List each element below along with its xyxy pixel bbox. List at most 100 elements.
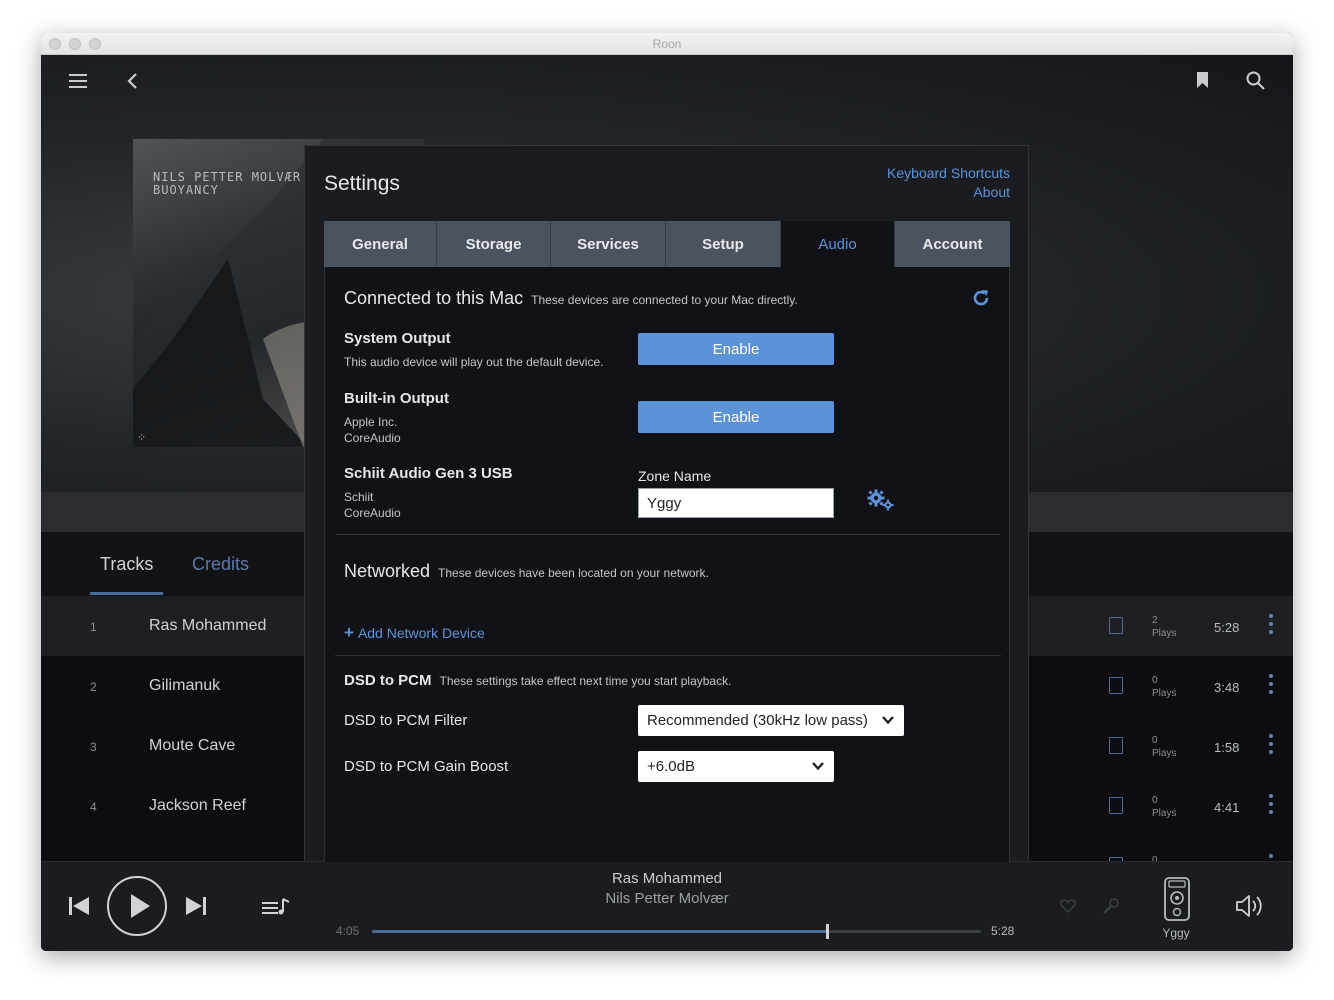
dsd-filter-label: DSD to PCM Filter: [344, 712, 468, 729]
dsd-section-title: DSD to PCM: [344, 672, 432, 689]
plays-count: 2: [1152, 615, 1158, 626]
device-driver: CoreAudio: [344, 431, 401, 445]
lyrics-icon[interactable]: [1109, 737, 1123, 754]
track-number: 2: [90, 680, 97, 694]
zone-name-caption: Zone Name: [638, 468, 712, 484]
hamburger-menu-icon[interactable]: [69, 73, 87, 94]
device-settings-gear-icon[interactable]: [867, 489, 895, 516]
section-divider: [335, 534, 1001, 535]
keyboard-shortcuts-link[interactable]: Keyboard Shortcuts: [887, 165, 1010, 181]
seek-bar[interactable]: [372, 924, 981, 939]
radio-icon[interactable]: [1101, 896, 1121, 921]
track-title[interactable]: Gilimanuk: [149, 677, 220, 695]
track-duration: 5:28: [1214, 620, 1240, 635]
networked-section-title: Networked: [344, 561, 431, 581]
plays-label: Plays: [1152, 688, 1177, 699]
chevron-down-icon: [811, 759, 825, 777]
device-vendor: Schiit: [344, 490, 374, 504]
zone-name-label[interactable]: Yggy: [1151, 926, 1201, 940]
device-description: This audio device will play out the defa…: [344, 355, 604, 369]
cover-logo-mark: ⁘: [137, 432, 146, 444]
plays-label: Plays: [1152, 628, 1177, 639]
app-window: Roon NILS PETTER MOLVÆR BUOYANCY ⁘ Track…: [41, 33, 1293, 951]
track-plays: 0 Plays: [1152, 734, 1176, 760]
track-duration: 1:58: [1214, 740, 1240, 755]
more-options-icon[interactable]: [1269, 734, 1273, 758]
plays-count: 0: [1152, 735, 1158, 746]
tab-services[interactable]: Services: [551, 221, 666, 267]
now-playing-title[interactable]: Ras Mohammed: [41, 870, 1293, 887]
cover-album-text: BUOYANCY: [153, 183, 219, 197]
dsd-filter-select[interactable]: Recommended (30kHz low pass): [638, 705, 904, 736]
track-plays: 0 Plays: [1152, 674, 1176, 700]
dsd-gain-value: +6.0dB: [647, 758, 695, 775]
device-name: Schiit Audio Gen 3 USB: [344, 465, 513, 482]
plays-count: 0: [1152, 675, 1158, 686]
more-options-icon[interactable]: [1269, 614, 1273, 638]
settings-dialog: Settings Keyboard Shortcuts About Genera…: [304, 145, 1029, 862]
track-plays: 0 Plays: [1152, 794, 1176, 820]
dsd-section-description: These settings take effect next time you…: [439, 674, 732, 688]
tab-tracks[interactable]: Tracks: [100, 554, 153, 575]
more-options-icon[interactable]: [1269, 674, 1273, 698]
add-network-device-link[interactable]: + Add Network Device: [344, 623, 485, 643]
heart-icon[interactable]: [1060, 899, 1076, 918]
connected-section-header: Connected to this Mac These devices are c…: [344, 288, 798, 309]
dsd-section-header: DSD to PCM These settings take effect nex…: [344, 672, 731, 689]
title-bar: Roon: [41, 33, 1293, 55]
track-duration: 4:41: [1214, 800, 1240, 815]
plus-icon: +: [344, 623, 354, 642]
zone-name-input[interactable]: [638, 488, 834, 518]
lyrics-icon[interactable]: [1109, 617, 1123, 634]
tab-general[interactable]: General: [324, 221, 437, 267]
device-vendor: Apple Inc.: [344, 415, 398, 429]
lyrics-icon[interactable]: [1109, 797, 1123, 814]
track-title[interactable]: Moute Cave: [149, 737, 235, 755]
lyrics-icon[interactable]: [1109, 677, 1123, 694]
bookmark-icon[interactable]: [1196, 71, 1209, 94]
track-title[interactable]: Ras Mohammed: [149, 617, 266, 635]
device-name: Built-in Output: [344, 390, 449, 407]
elapsed-time: 4:05: [336, 924, 360, 938]
total-time: 5:28: [991, 924, 1015, 938]
track-number: 1: [90, 620, 97, 634]
tab-audio[interactable]: Audio: [781, 221, 895, 267]
plays-count: 0: [1152, 795, 1158, 806]
window-title: Roon: [652, 37, 682, 51]
section-divider: [335, 655, 1001, 656]
tab-credits[interactable]: Credits: [192, 554, 249, 575]
plays-label: Plays: [1152, 748, 1177, 759]
tab-account[interactable]: Account: [895, 221, 1010, 267]
connected-section-title: Connected to this Mac: [344, 288, 524, 308]
add-network-device-label: Add Network Device: [357, 625, 485, 641]
dsd-gain-label: DSD to PCM Gain Boost: [344, 758, 509, 775]
dsd-gain-select[interactable]: +6.0dB: [638, 751, 834, 782]
track-title[interactable]: Jackson Reef: [149, 797, 246, 815]
device-driver: CoreAudio: [344, 506, 401, 520]
device-name: System Output: [344, 330, 451, 347]
dsd-filter-value: Recommended (30kHz low pass): [647, 712, 868, 729]
connected-section-description: These devices are connected to your Mac …: [531, 293, 798, 307]
track-plays: 2 Plays: [1152, 614, 1176, 640]
search-icon[interactable]: [1246, 71, 1265, 95]
audio-settings-panel: Connected to this Mac These devices are c…: [324, 267, 1010, 862]
track-plays: 0: [1152, 854, 1158, 861]
volume-icon[interactable]: [1235, 893, 1265, 924]
more-options-icon[interactable]: [1269, 794, 1273, 818]
plays-count: 0: [1152, 855, 1158, 861]
networked-section-description: These devices have been located on your …: [438, 566, 709, 580]
zone-speaker-icon[interactable]: [1163, 877, 1191, 926]
tab-storage[interactable]: Storage: [437, 221, 551, 267]
back-arrow-icon[interactable]: [126, 72, 138, 95]
tab-setup[interactable]: Setup: [666, 221, 781, 267]
track-number: 4: [90, 800, 97, 814]
enable-button[interactable]: Enable: [638, 333, 834, 365]
roon-app: NILS PETTER MOLVÆR BUOYANCY ⁘ Tracks Cre…: [41, 55, 1293, 951]
seek-bar-handle[interactable]: [825, 924, 829, 939]
about-link[interactable]: About: [973, 184, 1010, 200]
more-options-icon[interactable]: [1269, 854, 1273, 861]
refresh-icon[interactable]: [972, 289, 990, 312]
enable-button[interactable]: Enable: [638, 401, 834, 433]
settings-title: Settings: [324, 172, 400, 195]
track-number: 3: [90, 740, 97, 754]
